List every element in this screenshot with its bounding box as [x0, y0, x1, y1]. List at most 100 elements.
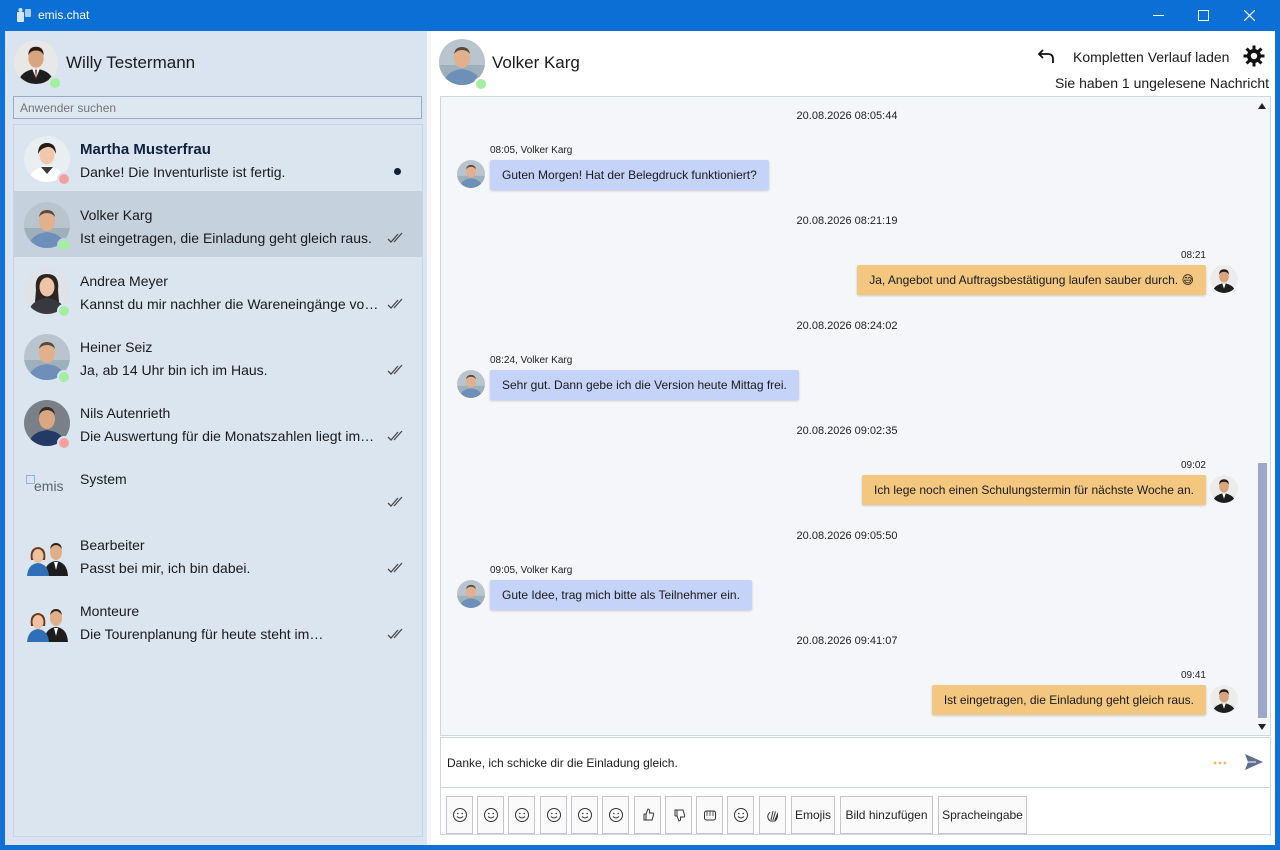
read-check-icon — [387, 363, 405, 377]
contact-name: Bearbeiter — [80, 537, 145, 553]
unread-indicator — [394, 168, 401, 175]
outgoing-message-bubble[interactable]: Ja, Angebot und Auftragsbestätigung lauf… — [857, 265, 1206, 295]
sidebar: Willy Testermann Martha Musterfrau Danke… — [5, 31, 427, 845]
date-separator: 20.08.2026 09:41:07 — [796, 635, 898, 647]
group-avatar — [24, 532, 70, 578]
contact-list[interactable]: Martha Musterfrau Danke! Die Inventurlis… — [13, 124, 423, 837]
maximize-icon — [1197, 10, 1209, 21]
contact-system[interactable]: emis System — [14, 455, 422, 521]
read-check-icon — [387, 231, 405, 245]
send-icon[interactable] — [1244, 753, 1264, 771]
contact-nils-autenrieth[interactable]: Nils Autenrieth Die Auswertung für die M… — [14, 389, 422, 455]
date-separator: 20.08.2026 09:05:50 — [796, 530, 898, 542]
status-indicator — [57, 238, 71, 252]
typing-indicator-icon — [1213, 761, 1227, 765]
close-icon — [1243, 10, 1255, 21]
last-message: Kannst du mir nachher die Wareneingänge … — [80, 296, 382, 312]
waving-hand-icon — [766, 810, 778, 822]
sender-avatar — [1210, 685, 1238, 713]
scroll-up-icon[interactable] — [1258, 103, 1266, 109]
sender-avatar — [457, 580, 485, 608]
message-meta: 08:24, Volker Karg — [490, 355, 573, 366]
last-message: Danke! Die Inventurliste ist fertig. — [80, 164, 286, 180]
outgoing-message-bubble[interactable]: Ich lege noch einen Schulungstermin für … — [862, 475, 1206, 505]
status-indicator — [57, 172, 71, 186]
date-separator: 20.08.2026 08:05:44 — [796, 110, 898, 122]
sender-avatar — [457, 160, 485, 188]
undo-icon[interactable] — [1037, 47, 1057, 65]
scrollbar-thumb[interactable] — [1258, 463, 1267, 718]
date-separator: 20.08.2026 09:02:35 — [796, 425, 898, 437]
thumbs-up-button[interactable] — [634, 796, 661, 834]
app-logo-icon — [17, 8, 31, 22]
dizzy-face-button[interactable] — [602, 796, 629, 834]
message-meta: 09:02 — [1180, 460, 1206, 471]
contact-martha-musterfrau[interactable]: Martha Musterfrau Danke! Die Inventurlis… — [14, 125, 422, 191]
contact-heiner-seiz[interactable]: Heiner Seiz Ja, ab 14 Uhr bin ich im Hau… — [14, 323, 422, 389]
date-separator: 20.08.2026 08:24:02 — [796, 320, 898, 332]
contact-bearbeiter[interactable]: Bearbeiter Passt bei mir, ich bin dabei. — [14, 521, 422, 587]
peer-status-indicator — [474, 77, 488, 91]
screaming-face-button[interactable] — [540, 796, 567, 834]
contact-volker-karg[interactable]: Volker Karg Ist eingetragen, die Einladu… — [14, 191, 422, 257]
sweat-smile-face-button[interactable] — [571, 796, 598, 834]
outgoing-message-bubble[interactable]: Ist eingetragen, die Einladung geht glei… — [931, 685, 1206, 715]
contact-name: Martha Musterfrau — [80, 141, 211, 158]
app-title: emis.chat — [38, 8, 90, 22]
minimize-button[interactable] — [1135, 0, 1181, 31]
incoming-message-bubble[interactable]: Sehr gut. Dann gebe ich die Version heut… — [490, 370, 799, 400]
contact-andrea-meyer[interactable]: Andrea Meyer Kannst du mir nachher die W… — [14, 257, 422, 323]
contact-name: Nils Autenrieth — [80, 405, 171, 421]
message-input[interactable]: Danke, ich schicke dir die Einladung gle… — [447, 756, 678, 770]
scroll-down-icon[interactable] — [1258, 724, 1266, 730]
thumbs-up-icon — [643, 808, 654, 821]
contact-name: Volker Karg — [80, 207, 153, 223]
incoming-message-bubble[interactable]: Guten Morgen! Hat der Belegdruck funktio… — [490, 160, 769, 190]
contact-name: Heiner Seiz — [80, 339, 153, 355]
conversation-panel: Volker Karg Kompletten Verlauf laden Sie… — [431, 31, 1275, 845]
message-meta: 09:41 — [1180, 670, 1206, 681]
last-message: Ja, ab 14 Uhr bin ich im Haus. — [80, 362, 268, 378]
screaming-face-icon — [546, 807, 562, 823]
unread-count-note: Sie haben 1 ungelesene Nachricht — [1054, 75, 1269, 91]
composer: Danke, ich schicke dir die Einladung gle… — [440, 737, 1271, 835]
gear-icon[interactable] — [1242, 44, 1266, 68]
sweat-smile-face-icon — [577, 807, 593, 823]
laughing-face-button[interactable] — [508, 796, 535, 834]
emis-logo-icon: emis — [26, 475, 70, 495]
status-indicator — [57, 370, 71, 384]
read-check-icon — [387, 627, 405, 641]
emojis-button[interactable]: Emojis — [791, 796, 835, 834]
waving-hand-button[interactable] — [759, 796, 786, 834]
contact-name: Andrea Meyer — [80, 273, 168, 289]
incoming-message-bubble[interactable]: Gute Idee, trag mich bitte als Teilnehme… — [490, 580, 752, 610]
title-bar: emis.chat — [0, 0, 1280, 31]
last-message: Die Auswertung für die Monatszahlen lieg… — [80, 428, 375, 444]
close-button[interactable] — [1226, 0, 1272, 31]
contact-monteure[interactable]: Monteure Die Tourenplanung für heute ste… — [14, 587, 422, 653]
status-indicator — [57, 304, 71, 318]
message-meta: 09:05, Volker Karg — [490, 565, 573, 576]
maximize-button[interactable] — [1180, 0, 1226, 31]
message-meta: 08:21 — [1180, 250, 1206, 261]
read-check-icon — [387, 429, 405, 443]
fist-button[interactable] — [696, 796, 723, 834]
read-check-icon — [387, 297, 405, 311]
add-image-button[interactable]: Bild hinzufügen — [840, 796, 933, 834]
group-avatar — [24, 598, 70, 644]
last-message: Ist eingetragen, die Einladung geht glei… — [80, 230, 372, 246]
peer-name: Volker Karg — [492, 53, 580, 72]
winking-face-button[interactable] — [477, 796, 504, 834]
tongue-face-button[interactable] — [727, 796, 754, 834]
load-history-button[interactable]: Kompletten Verlauf laden — [1073, 49, 1229, 65]
thumbs-down-button[interactable] — [665, 796, 692, 834]
voice-input-button[interactable]: Spracheingabe — [938, 796, 1027, 834]
fist-icon — [703, 810, 716, 821]
grinning-face-icon — [452, 807, 468, 823]
user-search-input[interactable] — [13, 96, 422, 119]
grinning-face-button[interactable] — [446, 796, 473, 834]
message-list[interactable]: 20.08.2026 08:05:44 08:05, Volker Karg G… — [440, 96, 1271, 736]
read-check-icon — [387, 495, 405, 509]
my-status-indicator — [48, 76, 62, 90]
app-window: Willy Testermann Martha Musterfrau Danke… — [5, 31, 1275, 845]
